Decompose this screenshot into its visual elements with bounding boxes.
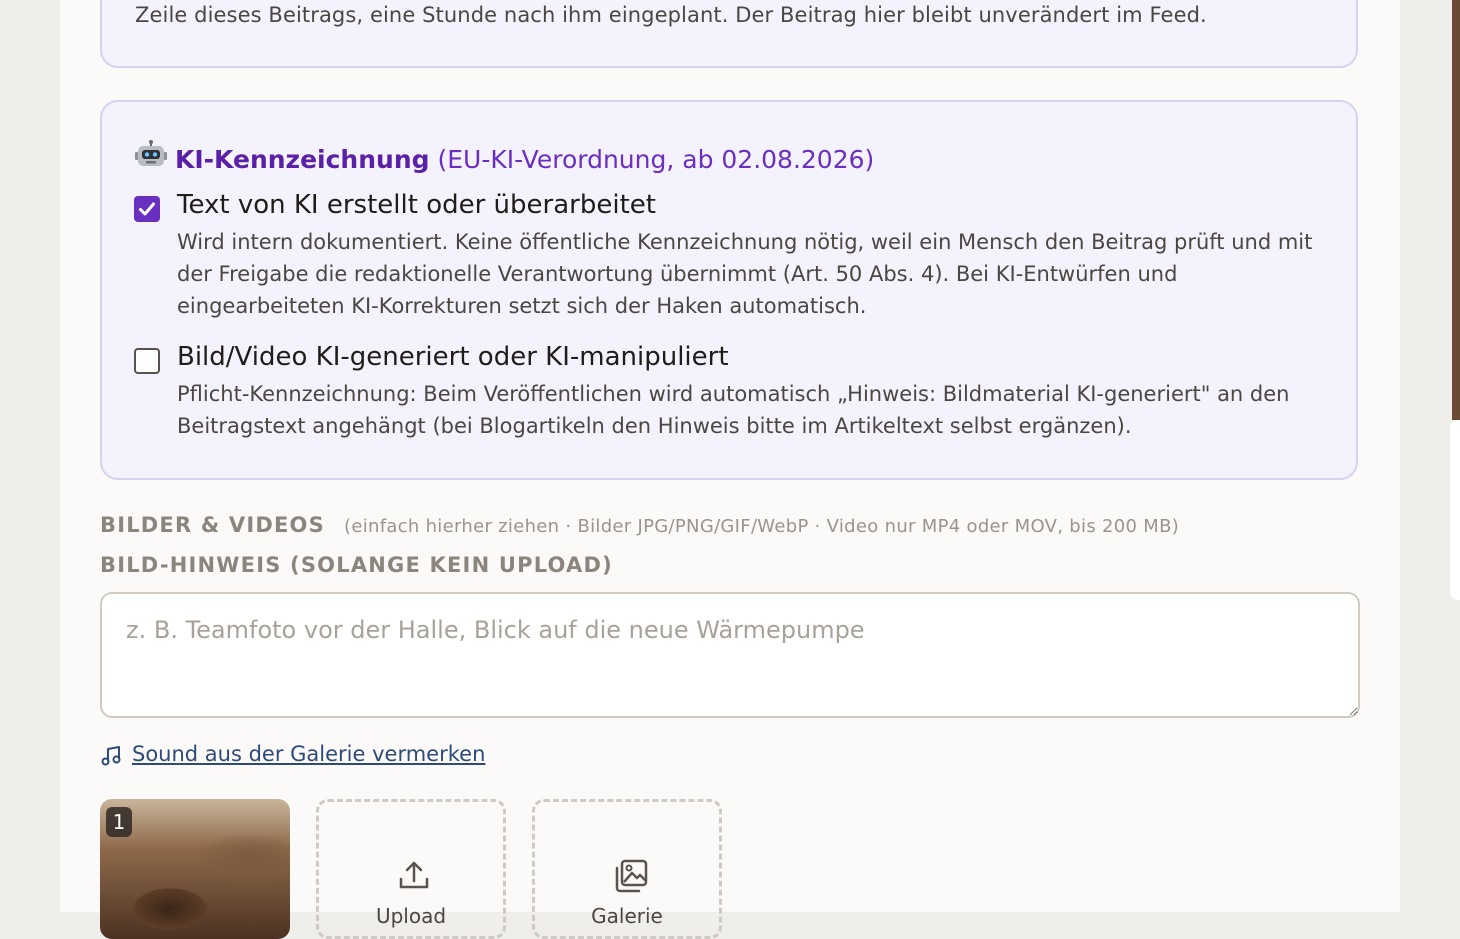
- robot-icon: [135, 140, 167, 174]
- side-panel-edge: [1450, 420, 1460, 600]
- media-ki-description: Pflicht-Kennzeichnung: Beim Veröffentlic…: [177, 382, 1290, 438]
- ki-subtitle: (EU-KI-Verordnung, ab 02.08.2026): [437, 145, 875, 174]
- media-ki-label[interactable]: Bild/Video KI-generiert oder KI-manipuli…: [177, 342, 729, 372]
- schedule-info-card: Zeile dieses Beitrags, eine Stunde nach …: [100, 0, 1358, 68]
- checkmark-icon: [139, 202, 155, 216]
- editor-page: Zeile dieses Beitrags, eine Stunde nach …: [60, 0, 1400, 939]
- ki-title-row: KI-Kennzeichnung (EU-KI-Verordnung, ab 0…: [135, 140, 874, 174]
- text-ki-description: Wird intern dokumentiert. Keine öffentli…: [177, 230, 1313, 318]
- media-thumbnail[interactable]: 1: [100, 799, 290, 939]
- ki-label-card: KI-Kennzeichnung (EU-KI-Verordnung, ab 0…: [100, 100, 1358, 480]
- media-order-badge: 1: [106, 807, 132, 837]
- upload-label: Upload: [375, 904, 447, 928]
- gallery-label: Galerie: [591, 904, 663, 928]
- media-heading: BILDER & VIDEOS: [100, 513, 325, 537]
- ki-title: KI-Kennzeichnung: [175, 145, 430, 174]
- image-note-input[interactable]: [100, 592, 1360, 718]
- side-image-strip: [1452, 0, 1460, 420]
- media-hint: (einfach hierher ziehen · Bilder JPG/PNG…: [344, 516, 1180, 537]
- upload-button[interactable]: Upload: [316, 799, 506, 939]
- gallery-button[interactable]: Galerie: [532, 799, 722, 939]
- upload-icon: [399, 861, 429, 889]
- schedule-info-text: Zeile dieses Beitrags, eine Stunde nach …: [135, 3, 1207, 27]
- media-ki-checkbox[interactable]: [134, 348, 160, 374]
- text-ki-checkbox[interactable]: [134, 196, 160, 222]
- gallery-icon: [615, 859, 648, 893]
- sound-gallery-link[interactable]: Sound aus der Galerie vermerken: [132, 742, 485, 766]
- media-section-header: BILDER & VIDEOS (einfach hierher ziehen …: [100, 513, 1179, 537]
- image-note-label: BILD-HINWEIS (SOLANGE KEIN UPLOAD): [100, 553, 613, 577]
- music-note-icon: [101, 746, 121, 766]
- text-ki-label[interactable]: Text von KI erstellt oder überarbeitet: [177, 190, 656, 220]
